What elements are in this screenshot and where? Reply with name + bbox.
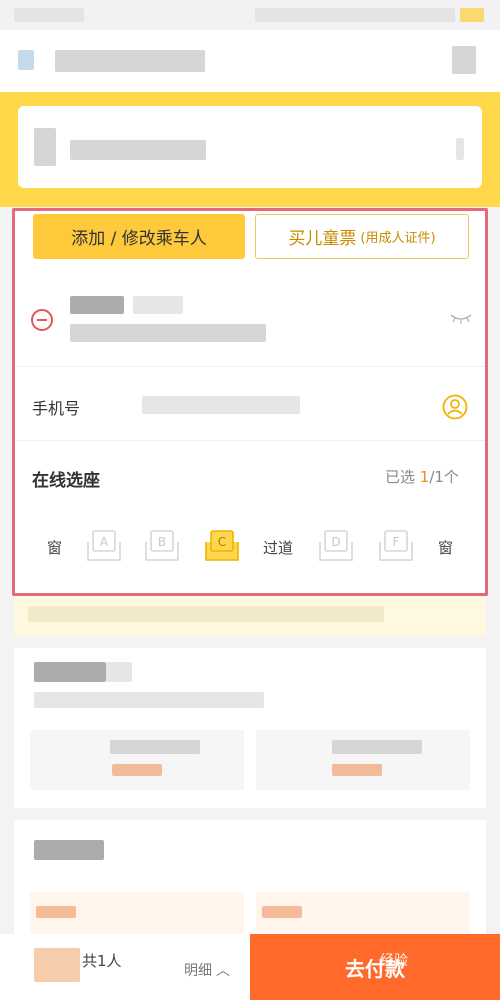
back-icon[interactable] [18,50,34,70]
insurance-card [14,648,486,808]
trip-info-card [18,106,482,188]
status-bar [0,0,500,30]
extra-service-card [14,820,486,934]
menu-icon[interactable] [452,46,476,74]
price-detail-toggle[interactable]: 明细 ︿ [184,960,230,980]
page-title [55,50,205,72]
watermark-text: 经验 [380,953,408,969]
top-navigation [0,30,500,92]
highlight-box [12,208,488,596]
passenger-total: 共1人 [82,952,122,970]
chevron-up-icon: ︿ [216,963,230,979]
detail-label: 明细 [184,963,212,979]
pay-button[interactable]: 去付款 [250,934,500,1000]
notice-strip [14,596,486,636]
